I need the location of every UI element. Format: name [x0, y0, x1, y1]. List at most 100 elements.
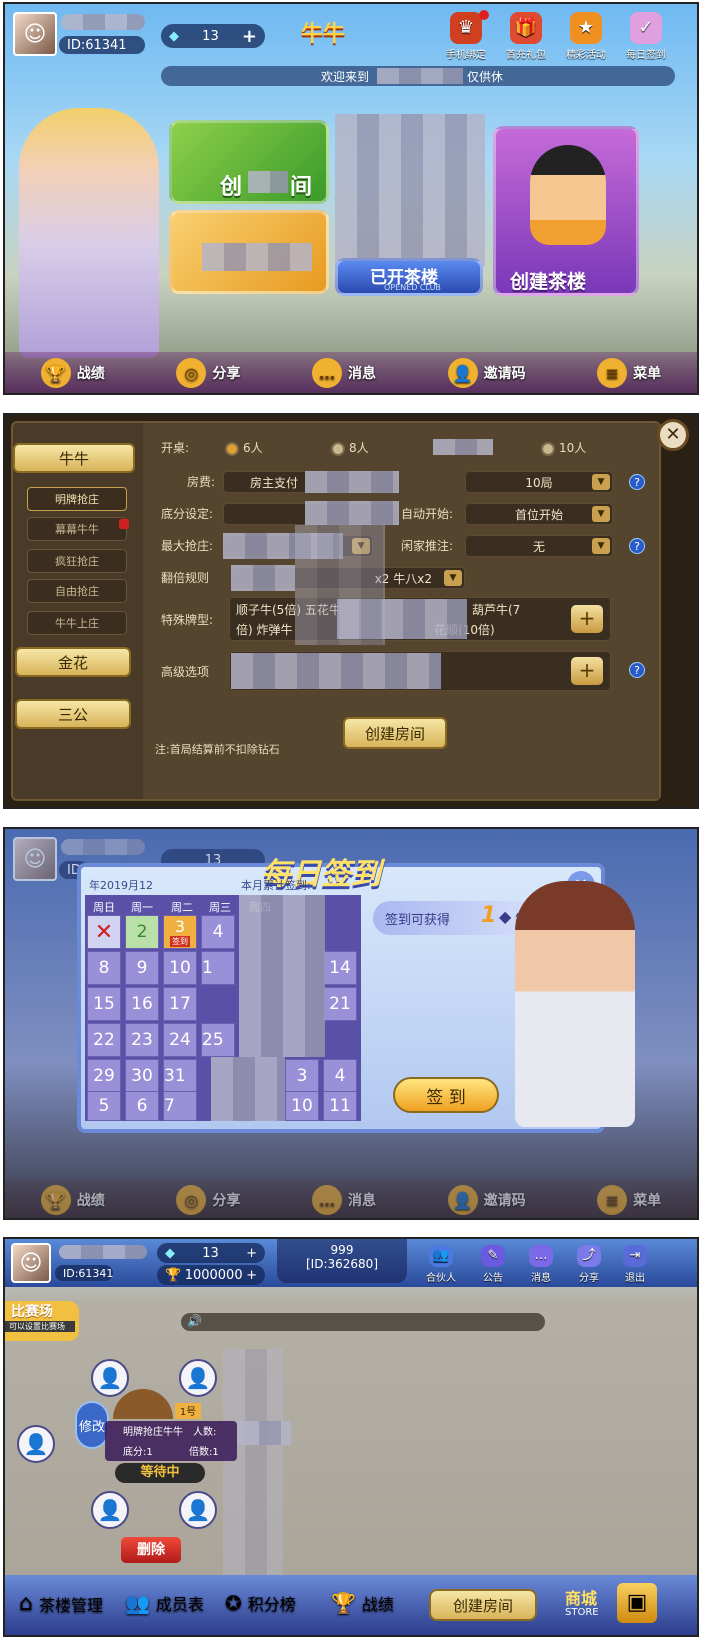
tab-banker[interactable]: 牛牛上庄: [27, 611, 127, 635]
edit-button[interactable]: 修改: [75, 1401, 109, 1449]
tab-crazy-grab[interactable]: 疯狂抢庄: [27, 549, 127, 573]
chevron-down-icon: ▼: [592, 538, 610, 554]
push-select[interactable]: 无 ▼: [465, 535, 613, 557]
top-icon-gift[interactable]: 🎁 首充礼包: [501, 12, 551, 61]
add-advanced-button[interactable]: +: [571, 657, 603, 685]
seat-icon[interactable]: 👤: [179, 1359, 217, 1397]
close-button[interactable]: ✕: [657, 419, 689, 451]
create-club-card[interactable]: 创建茶楼: [493, 126, 639, 296]
calendar-day: 8: [87, 951, 121, 985]
diamond-counter[interactable]: ◆ 13 +: [161, 24, 265, 48]
tab-niuniu[interactable]: 牛牛: [13, 443, 135, 473]
calendar-day: 4: [201, 915, 235, 949]
store-sub: STORE: [565, 1607, 599, 1618]
delete-button[interactable]: 删除: [121, 1537, 181, 1563]
share-button[interactable]: ⤴ 分享: [571, 1245, 607, 1284]
calendar-day-checked: 2: [125, 915, 159, 949]
trophy-icon: 🏆: [165, 1267, 182, 1283]
calendar-day: 16: [125, 987, 159, 1021]
create-room-card[interactable]: 创 间: [169, 120, 329, 204]
marquee-bar: 欢迎来到 仅供休: [161, 66, 675, 86]
leaderboard-button[interactable]: ✪ 积分榜: [225, 1591, 296, 1615]
radio-selected: [225, 441, 239, 456]
seat-icon[interactable]: 👤: [17, 1425, 55, 1463]
rounds-select[interactable]: 10局 ▼: [465, 471, 613, 493]
join-room-card[interactable]: [169, 210, 329, 294]
diamond-counter[interactable]: ◆ 13 +: [157, 1243, 265, 1263]
calendar-day: 30: [125, 1059, 159, 1093]
weekday-sun: 周日: [93, 901, 115, 914]
dealer-mascot-image: [113, 1389, 173, 1419]
option-8[interactable]: 8人: [331, 439, 369, 456]
chevron-down-icon: ▼: [592, 474, 610, 490]
message-button[interactable]: … 消息: [523, 1245, 559, 1284]
avatar[interactable]: ☺: [11, 1243, 51, 1283]
cumulative-label: 本月累计签到:: [241, 879, 311, 892]
calendar-day: 24: [163, 1023, 197, 1057]
tab-mingpai[interactable]: 明牌抢庄: [27, 487, 127, 511]
help-icon[interactable]: ?: [629, 474, 645, 490]
notice-button[interactable]: ✎ 公告: [475, 1245, 511, 1284]
add-diamond-button[interactable]: +: [246, 1246, 257, 1261]
exit-button[interactable]: ⇥ 退出: [617, 1245, 653, 1284]
menu-icon: ≡: [597, 1185, 628, 1215]
menu-button: ≡ 菜单: [597, 1185, 661, 1215]
seat-icon[interactable]: 👤: [179, 1491, 217, 1529]
menu-icon: ≡: [597, 358, 628, 388]
auto-start-select[interactable]: 首位开始 ▼: [465, 503, 613, 525]
add-diamond-button[interactable]: +: [242, 26, 257, 47]
top-icon-checkin[interactable]: ✓ 每日签到: [621, 12, 671, 61]
tab-sub-2[interactable]: 幕幕牛牛: [27, 517, 127, 541]
notice-icon: ✎: [481, 1245, 505, 1267]
character-woman-image: [515, 881, 635, 1127]
record-button[interactable]: 🏆 战绩: [40, 358, 105, 388]
seat-icon[interactable]: 👤: [91, 1359, 129, 1397]
avatar[interactable]: ☺: [13, 12, 57, 56]
label-push: 闲家推注:: [401, 539, 454, 553]
partner-icon: 👥: [429, 1245, 453, 1267]
invite-code-button: 👤 邀请码: [447, 1185, 526, 1215]
table-info: 明牌抢庄牛牛 人数: 底分:1 倍数:1: [105, 1421, 237, 1461]
create-room-button[interactable]: 创建房间: [429, 1589, 537, 1621]
share-button[interactable]: ◎ 分享: [176, 358, 240, 388]
club-panel: ☺ ID:61341 ◆ 13 + 🏆 1000000 + 999 [ID:362680…: [3, 1237, 699, 1637]
label-open: 开桌:: [161, 441, 190, 455]
tab-sangong[interactable]: 三公: [15, 699, 131, 729]
menu-button[interactable]: ≡ 菜单: [597, 358, 661, 388]
add-special-button[interactable]: +: [571, 605, 603, 633]
message-icon: …: [529, 1245, 553, 1267]
club-bottom-bar: ⌂ 茶楼管理 👥 成员表 ✪ 积分榜 🏆 战绩 创建房间 商城 STORE ▣: [5, 1575, 697, 1635]
calendar-day-today[interactable]: 3 签到: [163, 915, 197, 949]
message-button[interactable]: … 消息: [311, 358, 376, 388]
trophy-icon: 🏆: [40, 1185, 71, 1215]
tab-free-grab[interactable]: 自由抢庄: [27, 579, 127, 603]
club-manage-button[interactable]: ⌂ 茶楼管理: [19, 1591, 103, 1616]
bottom-bar: 🏆 战绩 ◎ 分享 … 消息 👤 邀请码 ≡ 菜单: [5, 352, 697, 393]
partner-button[interactable]: 👥 合伙人: [421, 1245, 461, 1284]
invite-code-button[interactable]: 👤 邀请码: [447, 358, 526, 388]
opened-club-button[interactable]: 已开茶楼 OPENED CLUB: [335, 258, 483, 296]
create-room-button[interactable]: 创建房间: [343, 717, 447, 749]
calendar-day: 7: [163, 1091, 197, 1121]
add-gold-button[interactable]: +: [246, 1268, 257, 1283]
tab-jinhua[interactable]: 金花: [15, 647, 131, 677]
sign-in-button[interactable]: 签 到: [393, 1077, 499, 1113]
calendar-day: 10: [163, 951, 197, 985]
seat-icon[interactable]: 👤: [91, 1491, 129, 1529]
match-tag[interactable]: 比赛场 可以设置比赛场: [5, 1301, 79, 1341]
calendar-day-missed: ✕: [87, 915, 121, 949]
option-6[interactable]: 6人: [225, 439, 263, 456]
label-advanced: 高级选项: [161, 665, 210, 679]
members-button[interactable]: 👥 成员表: [125, 1591, 204, 1615]
gold-counter[interactable]: 🏆 1000000 +: [157, 1265, 265, 1285]
calendar-day: 21: [323, 987, 357, 1021]
help-icon[interactable]: ?: [629, 662, 645, 678]
notification-dot: [479, 10, 489, 20]
option-10[interactable]: 10人: [541, 439, 586, 456]
store-button[interactable]: ▣: [617, 1583, 657, 1623]
help-icon[interactable]: ?: [629, 538, 645, 554]
star-icon: ★: [570, 12, 602, 44]
record-button[interactable]: 🏆 战绩: [331, 1591, 394, 1615]
top-icon-activity[interactable]: ★ 精彩活动: [561, 12, 611, 61]
share-icon: ◎: [176, 358, 207, 388]
